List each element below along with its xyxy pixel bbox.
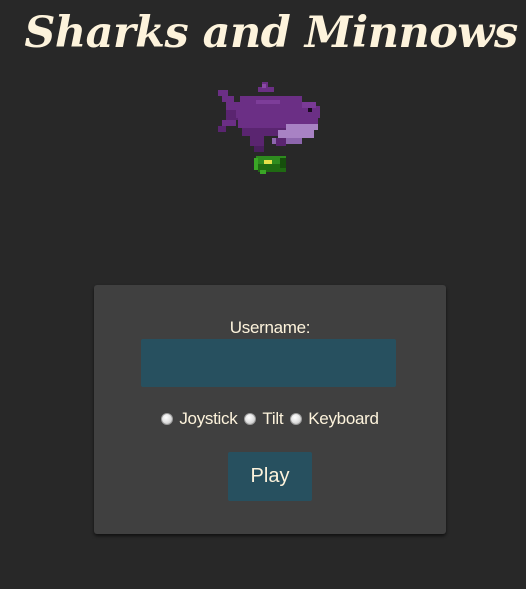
option-joystick[interactable]: Joystick [161, 409, 238, 429]
option-keyboard[interactable]: Keyboard [290, 409, 379, 429]
control-options: Joystick Tilt Keyboard [94, 409, 446, 429]
username-input[interactable] [141, 339, 396, 387]
game-page: Sharks and Minnows Username: Joystick Ti… [0, 0, 526, 589]
joystick-label: Joystick [179, 409, 238, 428]
tilt-label: Tilt [262, 409, 284, 428]
login-panel: Username: Joystick Tilt Keyboard Play [94, 285, 446, 534]
pixel-shark-eating-minnow-icon [216, 82, 330, 178]
joystick-radio[interactable] [161, 413, 174, 425]
keyboard-label: Keyboard [308, 409, 379, 428]
username-label: Username: [229, 318, 311, 337]
option-tilt[interactable]: Tilt [244, 409, 284, 429]
tilt-radio[interactable] [244, 413, 257, 425]
keyboard-radio[interactable] [290, 413, 303, 425]
game-title: Sharks and Minnows [24, 8, 518, 58]
play-button[interactable]: Play [228, 452, 312, 501]
